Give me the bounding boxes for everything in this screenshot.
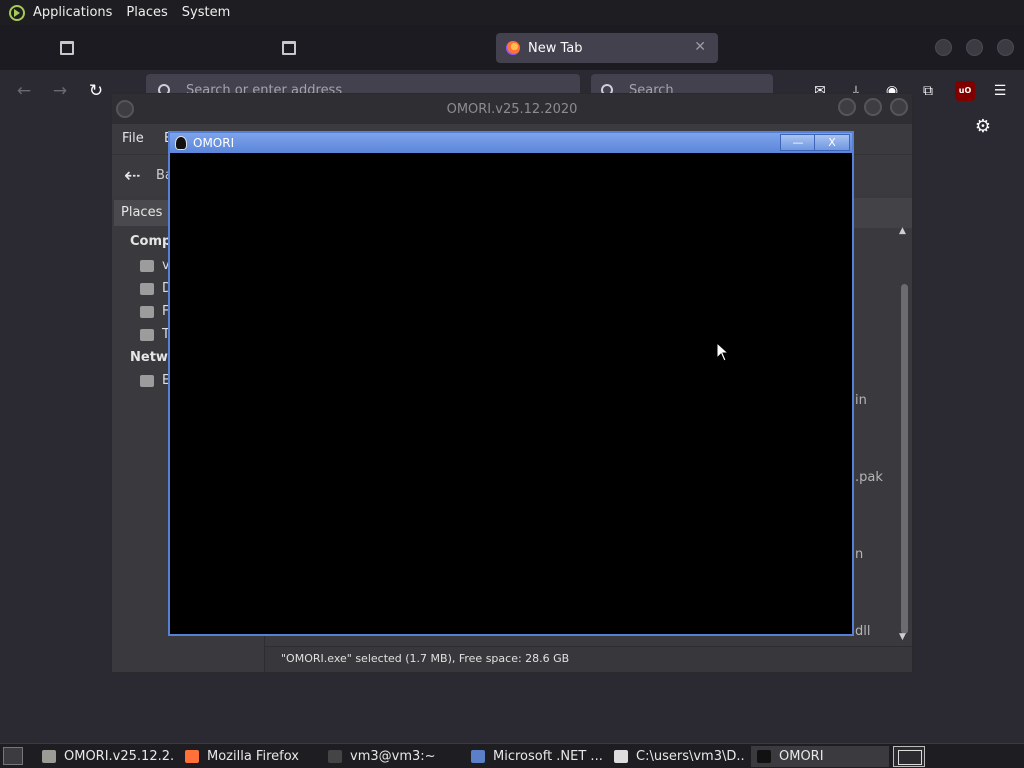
home-folder-icon [140,259,154,272]
installer-icon [471,750,485,763]
taskbar-item-label: C:\users\vm3\D... [636,749,746,764]
back-arrow-icon[interactable]: ← [12,79,36,103]
window-menu-icon[interactable] [116,100,134,118]
sidebar-item-browse-network[interactable]: E [140,373,170,388]
game-window-title: OMORI [193,136,235,150]
bottom-panel: OMORI.v25.12.2... Mozilla Firefox vm3@vm… [0,743,1024,768]
taskbar-item-file-manager[interactable]: OMORI.v25.12.2... [36,746,174,767]
scroll-down-arrow-icon[interactable]: ▼ [899,632,906,642]
taskbar-item-label: Mozilla Firefox [207,749,299,764]
taskbar-item-label: Microsoft .NET ... [493,749,603,764]
close-button[interactable] [890,98,908,116]
top-panel: Applications Places System [0,0,1024,25]
omori-game-window: OMORI — X [168,131,854,636]
folder-icon [42,750,56,763]
taskbar-item-terminal[interactable]: vm3@vm3:~ [322,746,460,767]
tab-background-2[interactable] [272,33,487,63]
scroll-up-arrow-icon[interactable]: ▲ [899,226,906,236]
taskbar-item-dotnet-installer[interactable]: Microsoft .NET ... [465,746,603,767]
game-canvas[interactable] [170,153,852,634]
taskbar-item-firefox[interactable]: Mozilla Firefox [179,746,317,767]
status-bar: "OMORI.exe" selected (1.7 MB), Free spac… [265,646,912,672]
sidebar-item-home[interactable]: v [140,258,170,273]
omori-icon [757,750,771,763]
sidebar-category-computer: Comp [130,234,172,249]
maximize-window-button[interactable] [966,39,983,56]
window-title: OMORI.v25.12.2020 [446,101,578,117]
close-window-button[interactable] [997,39,1014,56]
file-manager-titlebar[interactable]: OMORI.v25.12.2020 [112,94,912,124]
ublock-origin-icon[interactable]: uO [955,81,975,101]
tab-bar: New Tab ✕ [0,25,1024,70]
minimize-window-button[interactable] [935,39,952,56]
terminal-icon [328,750,342,763]
taskbar-item-label: OMORI.v25.12.2... [64,749,174,764]
file-name-fragment[interactable]: n [855,547,863,562]
trash-icon [282,41,296,55]
settings-gear-icon[interactable]: ⚙ [972,116,994,138]
applications-menu[interactable]: Applications [33,5,112,20]
tab-background-1[interactable] [50,33,265,63]
close-button[interactable]: X [814,134,850,151]
sidebar-item-filesystem[interactable]: F [140,304,169,319]
file-name-fragment[interactable]: dll [855,624,870,639]
desktop-folder-icon [140,282,154,295]
minimize-button[interactable] [838,98,856,116]
game-titlebar[interactable]: OMORI [170,133,852,153]
taskbar-item-omori[interactable]: OMORI [751,746,889,767]
firefox-icon [506,41,520,55]
extensions-icon[interactable]: ⧉ [918,81,938,101]
taskbar-item-label: OMORI [779,749,824,764]
workspace-switcher[interactable] [893,746,925,767]
places-menu[interactable]: Places [126,5,167,20]
back-arrow-icon[interactable]: ⇠ [124,163,141,187]
drive-icon [140,305,154,318]
minimize-button[interactable]: — [780,134,816,151]
distro-logo-icon[interactable] [9,4,25,21]
vertical-scrollbar[interactable]: ▲ ▼ [898,226,910,644]
sidebar-item-trash[interactable]: T [140,327,170,342]
firefox-icon [185,750,199,763]
reload-icon[interactable]: ↻ [84,79,108,103]
tab-new-tab[interactable]: New Tab ✕ [496,33,718,63]
show-desktop-icon[interactable] [3,747,23,765]
file-name-fragment[interactable]: in [855,393,867,408]
system-menu[interactable]: System [182,5,230,20]
trash-icon [60,41,74,55]
forward-arrow-icon[interactable]: → [48,79,72,103]
trash-icon [140,328,154,341]
7zip-icon [614,750,628,763]
scroll-thumb[interactable] [901,284,908,634]
mouse-pointer-icon [716,342,729,362]
file-name-fragment[interactable]: .pak [855,470,883,485]
taskbar-item-label: vm3@vm3:~ [350,749,436,764]
menu-hamburger-icon[interactable]: ☰ [990,81,1010,101]
network-icon [140,374,154,387]
file-menu[interactable]: File [122,131,144,146]
close-tab-icon[interactable]: ✕ [694,39,706,55]
maximize-button[interactable] [864,98,882,116]
tab-title: New Tab [528,40,583,56]
omori-app-icon [175,136,187,150]
taskbar-item-7zip[interactable]: C:\users\vm3\D... [608,746,746,767]
